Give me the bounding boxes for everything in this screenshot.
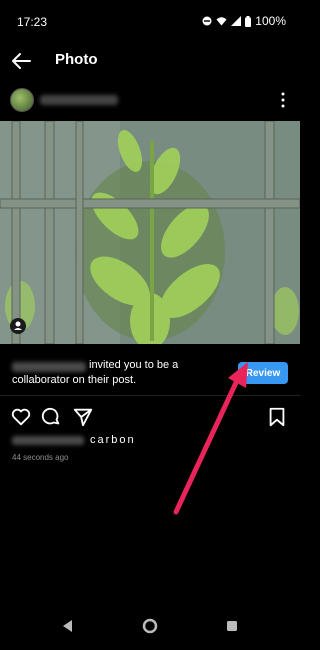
battery-icon — [245, 15, 252, 27]
collab-user-badge[interactable] — [10, 318, 26, 334]
dnd-icon — [202, 16, 212, 26]
collab-line2: collaborator on their post. — [12, 374, 137, 386]
page-title: Photo — [55, 51, 98, 68]
collab-line1: invited you to be a — [89, 359, 179, 371]
avatar[interactable] — [10, 88, 34, 112]
battery-percent: 100% — [255, 14, 286, 28]
signal-icon — [231, 16, 242, 26]
wifi-icon — [216, 17, 227, 26]
heart-icon[interactable] — [10, 406, 32, 428]
status-bar: 17:23 100% — [0, 0, 300, 40]
review-button[interactable]: Review — [238, 362, 288, 384]
plant-window-photo — [0, 121, 300, 344]
post-header — [0, 86, 300, 116]
status-icons: 100% — [202, 14, 286, 28]
collab-invite-text: invited you to be a collaborator on thei… — [12, 358, 212, 388]
more-options-icon[interactable] — [280, 92, 286, 108]
username-redacted[interactable] — [40, 95, 118, 105]
caption-text: carbon — [90, 434, 136, 446]
system-nav-bar — [0, 606, 300, 650]
back-arrow-icon[interactable] — [10, 50, 32, 72]
post-timestamp: 44 seconds ago — [12, 453, 69, 462]
collab-invite-banner: invited you to be a collaborator on thei… — [0, 344, 300, 396]
user-icon — [14, 321, 22, 330]
comment-icon[interactable] — [40, 406, 62, 428]
nav-recents-icon[interactable] — [224, 618, 240, 634]
post-actions — [0, 404, 300, 430]
nav-home-icon[interactable] — [142, 618, 158, 634]
share-icon[interactable] — [72, 406, 94, 428]
post-image[interactable] — [0, 121, 300, 344]
nav-back-icon[interactable] — [60, 618, 76, 634]
status-time: 17:23 — [17, 15, 48, 29]
app-bar: Photo — [0, 44, 300, 78]
caption-username-redacted[interactable] — [12, 435, 84, 445]
bookmark-icon[interactable] — [266, 406, 288, 428]
post-caption: carbon — [12, 434, 288, 448]
